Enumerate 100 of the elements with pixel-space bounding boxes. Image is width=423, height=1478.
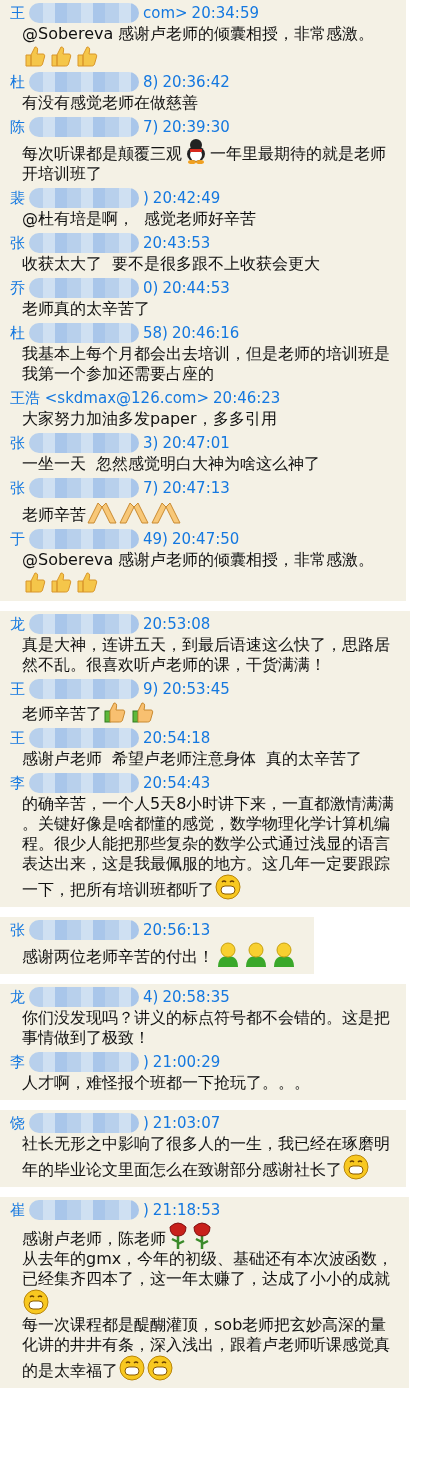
message-time: 20:54:43 (143, 773, 211, 794)
sender-name: 张 (10, 433, 25, 454)
sender-name: 王 (10, 679, 25, 700)
message-text: 社长无形之中影响了很多人的一生，我已经在琢磨明 (22, 1134, 390, 1153)
message-time: 20:53:08 (143, 614, 211, 635)
message-text: 感谢两位老师辛苦的付出！ (22, 947, 214, 966)
sender-name-end: ) (143, 1052, 149, 1073)
message-text: 你们没发现吗？讲义的标点符号都不会错的。这是把 (22, 1008, 390, 1027)
sender-name-end: ) (143, 1113, 149, 1134)
message-text: 然不乱。很喜欢听卢老师的课，干货满满！ (22, 655, 326, 674)
message-text: 真是大神，连讲五天，到最后语速这么快了，思路居 (22, 635, 390, 654)
message-text: 我第一个参加还需要占座的 (22, 364, 214, 383)
message-text: 老师辛苦 (22, 505, 86, 524)
sender-name: 杜 (10, 323, 25, 344)
message-time: 20:54:18 (143, 728, 211, 749)
message-time: 20:42:49 (152, 188, 221, 209)
sender-name-end: 9) (143, 679, 159, 700)
sender-name: 饶 (10, 1113, 25, 1134)
message-text: 化讲的井井有条，深入浅出，跟着卢老师听课感觉真 (22, 1335, 390, 1354)
sender-name-end: 0) (143, 278, 159, 299)
message-time: 21:03:07 (152, 1113, 221, 1134)
message-text: 一坐一天 忽然感觉明白大神为啥这么神了 (22, 454, 321, 473)
sender-name: 杜 (10, 72, 25, 93)
sender-name: 龙 (10, 987, 25, 1008)
rose-icon (167, 1221, 189, 1249)
message-time: 20:56:13 (143, 920, 211, 941)
message-time: 20:47:01 (162, 433, 230, 454)
sender-name-end: ) (143, 1200, 149, 1221)
message-text: 一下，把所有培训班都听了 (22, 880, 214, 899)
message-text: 。关键好像是啥都懂的感觉，数学物理化学计算机编 (22, 814, 390, 833)
grinning-face-icon (119, 1355, 145, 1381)
message-time: 20:36:42 (162, 72, 230, 93)
sender-name: 王 (10, 3, 25, 24)
message-text: 的确辛苦，一个人5天8小时讲下来，一直都激情满满 (22, 794, 395, 813)
smiley-figure-icon (271, 941, 297, 967)
rose-icon (191, 1221, 213, 1249)
sender-name: 李 (10, 1052, 25, 1073)
message-text: 老师辛苦了 (22, 704, 102, 723)
thumbs-up-icon (49, 570, 73, 594)
message-time: 21:18:53 (152, 1200, 221, 1221)
message-time: 20:34:59 (191, 3, 259, 24)
sender-name-end: 4) (143, 987, 159, 1008)
message-text: 老师真的太辛苦了 (22, 299, 150, 318)
message-time: 21:00:29 (152, 1052, 221, 1073)
message-text: @杜有培是啊， 感觉老师好辛苦 (22, 209, 257, 228)
grinning-face-icon (147, 1355, 173, 1381)
thumbs-up-icon (23, 44, 47, 68)
sender-name-end: ) (143, 188, 149, 209)
sender-name: 张 (10, 233, 25, 254)
smiley-figure-icon (243, 941, 269, 967)
sender-name-end: 7) (143, 117, 159, 138)
message-text: 一年里最期待的就是老师 (210, 144, 386, 163)
sender-name-end: com> (143, 3, 188, 24)
sender-name: 裴 (10, 188, 25, 209)
thumbs-up-icon (49, 44, 73, 68)
message-time: 20:47:13 (162, 478, 230, 499)
sender-name: 乔 (10, 278, 25, 299)
message-text: 有没有感觉老师在做慈善 (22, 93, 198, 112)
message-text: 从去年的gmx，今年的初级、基础还有本次波函数， (22, 1249, 394, 1268)
message-text: 感谢卢老师，陈老师 (22, 1229, 166, 1248)
grinning-face-icon (343, 1154, 369, 1180)
message-time: 20:47:50 (171, 529, 240, 550)
sender-name: 王 (10, 728, 25, 749)
message-text: 感谢卢老师 希望卢老师注意身体 真的太辛苦了 (22, 749, 363, 768)
message-text: 开培训班了 (22, 164, 102, 183)
smiley-figure-icon (215, 941, 241, 967)
sender-name: 王浩 <skdmax@126.com> (10, 388, 210, 409)
thumbs-up-icon (75, 570, 99, 594)
sender-name: 崔 (10, 1200, 25, 1221)
sender-name: 张 (10, 478, 25, 499)
message-text: 人才啊，难怪报个班都一下抢玩了。。。 (22, 1073, 310, 1092)
sender-name-end: 58) (143, 323, 168, 344)
message-text: 我基本上每个月都会出去培训，但是老师的培训班是 (22, 344, 390, 363)
message-text: 表达出来，这是我最佩服的地方。这几年一定要跟踪 (22, 854, 390, 873)
sender-name: 李 (10, 773, 25, 794)
message-text: @Sobereva 感谢卢老师的倾囊相授，非常感激。 (22, 24, 375, 43)
message-text: 收获太大了 要不是很多跟不上收获会更大 (22, 254, 321, 273)
message-time: 20:58:35 (162, 987, 230, 1008)
thumbs-up-icon (23, 570, 47, 594)
sender-name-end: 3) (143, 433, 159, 454)
message-text: 的是太幸福了 (22, 1361, 118, 1380)
message-text: 程。很少人能把那些复杂的数学公式通过浅显的语言 (22, 834, 390, 853)
sender-name-end: 7) (143, 478, 159, 499)
message-time: 20:43:53 (143, 233, 211, 254)
grinning-face-icon (23, 1289, 49, 1315)
message-text: 大家努力加油多发paper，多多引用 (22, 409, 277, 428)
message-time: 20:44:53 (162, 278, 230, 299)
grinning-face-icon (215, 874, 241, 900)
sender-name: 龙 (10, 614, 25, 635)
thumbs-up-icon (75, 44, 99, 68)
message-text: 已经集齐四本了，这一年太赚了，达成了小小的成就 (22, 1269, 390, 1288)
message-text: 事情做到了极致！ (22, 1028, 150, 1047)
message-time: 20:46:16 (171, 323, 240, 344)
sender-name: 张 (10, 920, 25, 941)
message-time: 20:46:23 (213, 388, 281, 409)
message-time: 20:39:30 (162, 117, 230, 138)
message-text: @Sobereva 感谢卢老师的倾囊相授，非常感激。 (22, 550, 375, 569)
sender-name-end: 49) (143, 529, 168, 550)
message-time: 20:53:45 (162, 679, 230, 700)
sender-name: 陈 (10, 117, 25, 138)
